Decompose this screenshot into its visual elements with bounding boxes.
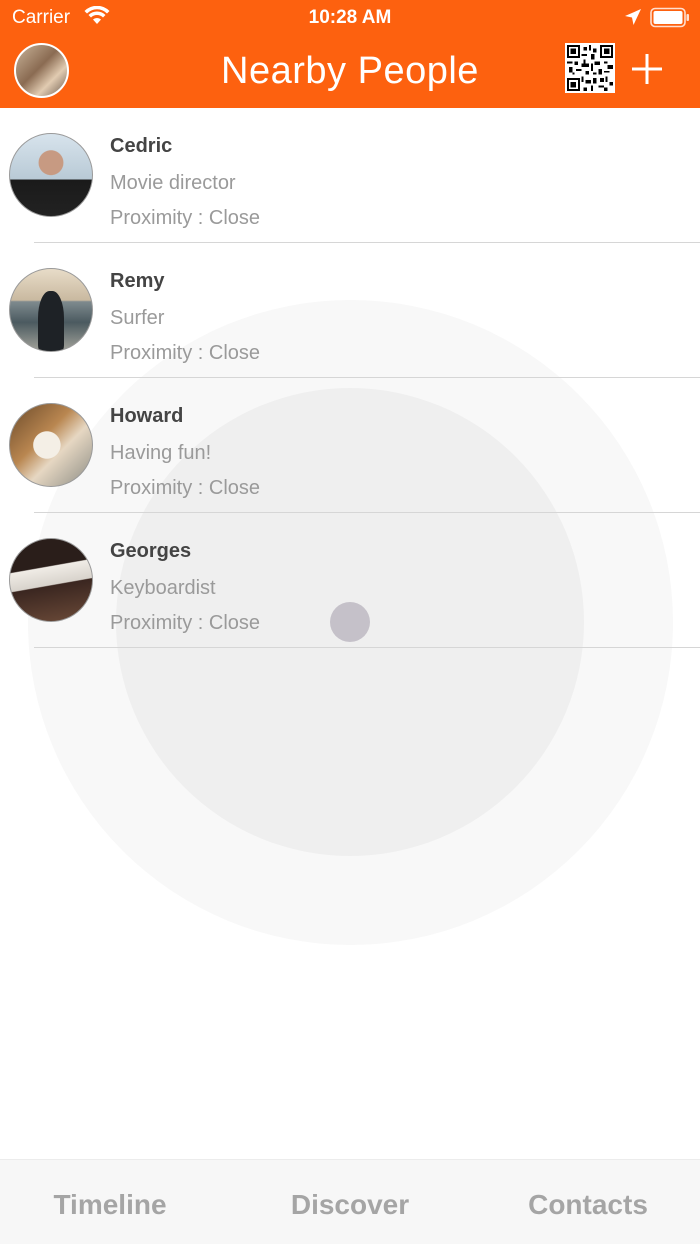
people-list: Cedric Movie director Proximity : Close … [0,108,700,648]
qr-code-icon [567,45,613,91]
person-name: Howard [110,405,184,427]
add-icon[interactable] [628,50,666,88]
person-proximity: Proximity : Close [110,342,261,364]
person-name: Georges [110,540,192,562]
battery-icon [650,7,689,28]
person-row-remy[interactable]: Remy Surfer Proximity : Close [0,243,700,378]
tab-discover[interactable]: Discover [240,1189,460,1221]
row-divider [34,647,700,648]
person-subtitle: Movie director [110,172,236,194]
person-proximity: Proximity : Close [110,477,261,499]
nav-header: Carrier 10:28 AM Nearby People [0,0,700,108]
status-time: 10:28 AM [308,7,392,28]
radar-self-dot [330,602,370,642]
status-bar: Carrier 10:28 AM [0,0,700,36]
person-subtitle: Keyboardist [110,577,216,599]
person-name: Remy [110,270,165,292]
person-avatar [9,403,93,487]
tab-bar: Timeline Discover Contacts [0,1159,700,1244]
person-avatar [9,133,93,217]
qr-code-button[interactable] [565,43,615,93]
person-row-cedric[interactable]: Cedric Movie director Proximity : Close [0,108,700,243]
person-proximity: Proximity : Close [110,207,261,229]
person-avatar [9,538,93,622]
person-row-howard[interactable]: Howard Having fun! Proximity : Close [0,378,700,513]
person-name: Cedric [110,135,173,157]
person-proximity: Proximity : Close [110,612,261,634]
location-arrow-icon [625,9,641,25]
tab-timeline[interactable]: Timeline [0,1189,220,1221]
person-subtitle: Surfer [110,307,165,329]
person-avatar [9,268,93,352]
tab-contacts[interactable]: Contacts [478,1189,698,1221]
person-subtitle: Having fun! [110,442,212,464]
